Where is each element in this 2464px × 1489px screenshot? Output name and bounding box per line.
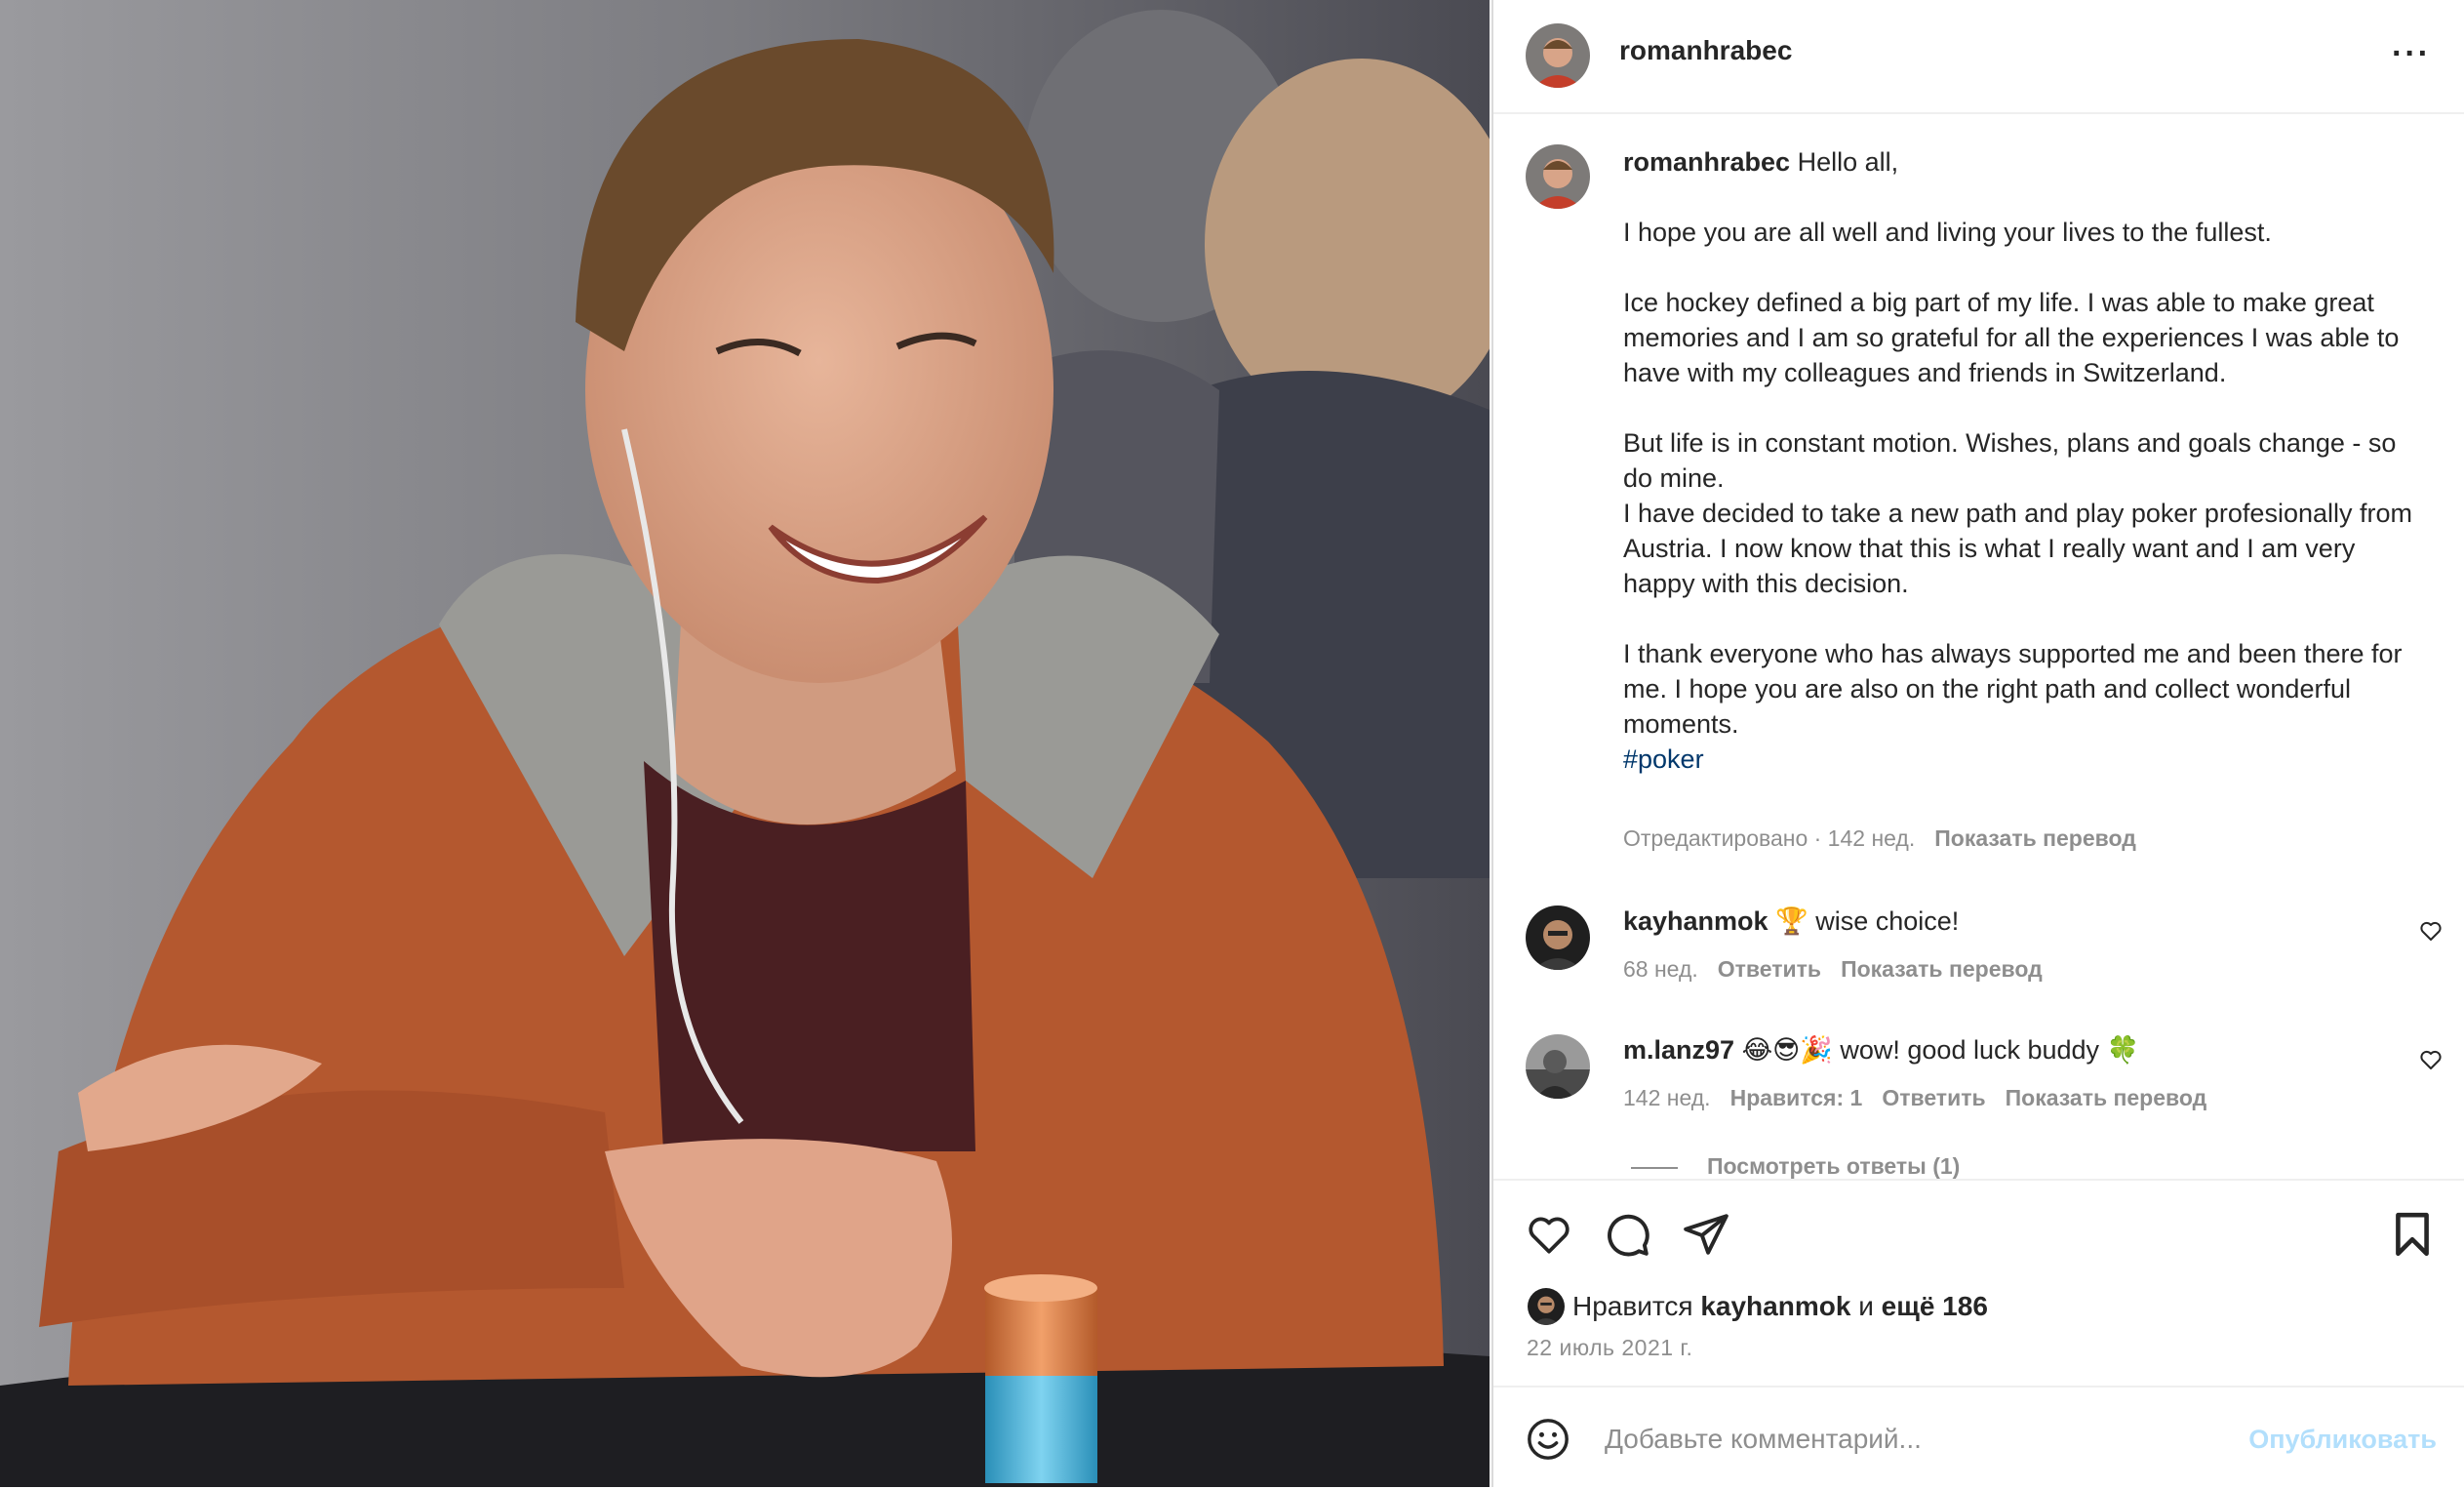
caption-translate-button[interactable]: Показать перевод	[1934, 825, 2136, 851]
heart-icon	[1529, 1217, 1570, 1254]
view-replies-button[interactable]: Посмотреть ответы (1)	[1631, 1153, 1960, 1180]
action-bar: Нравится kayhanmok и ещё 186 22 июль 202…	[1493, 1179, 2464, 1386]
commenter-avatar[interactable]	[1526, 905, 1590, 970]
post-photo-illustration	[0, 0, 1490, 1487]
like-button[interactable]	[1525, 1210, 1573, 1264]
heart-icon	[2420, 1050, 2442, 1069]
caption-body: I hope you are all well and living your …	[1623, 218, 2412, 739]
comment-body: 🏆 wise choice!	[1768, 906, 1960, 936]
bookmark-icon	[2396, 1212, 2429, 1257]
caption-greeting: Hello all,	[1790, 147, 1899, 177]
post-panel: romanhrabec ··· romanhrabec Hello all, I…	[1491, 0, 2464, 1487]
post-photo[interactable]	[0, 0, 1490, 1487]
liker-username[interactable]: kayhanmok	[1700, 1291, 1850, 1321]
edited-timestamp: Отредактировано · 142 нед.	[1623, 825, 1916, 851]
view-replies-label: Посмотреть ответы (1)	[1707, 1153, 1961, 1179]
comment-likes-button[interactable]: Нравится: 1	[1730, 1085, 1863, 1110]
caption-text: romanhrabec Hello all, I hope you are al…	[1623, 144, 2413, 777]
comment-age: 142 нед.	[1623, 1085, 1711, 1110]
author-username[interactable]: romanhrabec	[1619, 35, 1792, 66]
caption-author-avatar[interactable]	[1526, 144, 1590, 209]
author-avatar[interactable]	[1526, 23, 1590, 88]
comment-input[interactable]	[1603, 1417, 2192, 1462]
send-icon	[1684, 1214, 1729, 1255]
caption-author-username[interactable]: romanhrabec	[1623, 147, 1790, 177]
liker-avatar[interactable]	[1528, 1288, 1565, 1325]
comment-icon	[1608, 1214, 1649, 1257]
likes-and: и	[1850, 1291, 1882, 1321]
more-horizontal-icon: ···	[2392, 35, 2431, 72]
comment-meta: 68 нед. Ответить Показать перевод	[1623, 956, 2062, 983]
comment-like-button[interactable]	[2419, 1048, 2443, 1076]
comment-age: 68 нед.	[1623, 956, 1698, 982]
emoji-icon	[1528, 1419, 1569, 1460]
comment-meta: 142 нед. Нравится: 1 Ответить Показать пере…	[1623, 1085, 2226, 1111]
post-comment-button[interactable]: Опубликовать	[2248, 1425, 2437, 1455]
reply-button[interactable]: Ответить	[1882, 1085, 1985, 1110]
post-header: romanhrabec ···	[1493, 0, 2464, 114]
reply-button[interactable]: Ответить	[1718, 956, 1821, 982]
post-date[interactable]: 22 июль 2021 г.	[1527, 1335, 1692, 1361]
likes-prefix: Нравится	[1572, 1291, 1701, 1321]
commenter-avatar[interactable]	[1526, 1034, 1590, 1099]
more-options-button[interactable]: ···	[2392, 37, 2431, 70]
comment-username[interactable]: kayhanmok	[1623, 906, 1769, 936]
replies-divider	[1631, 1166, 1678, 1169]
comment-body: 😂😎🎉 wow! good luck buddy 🍀	[1734, 1035, 2140, 1065]
caption-meta: Отредактировано · 142 нед. Показать перев…	[1623, 825, 2156, 852]
translate-button[interactable]: Показать перевод	[2006, 1085, 2207, 1110]
save-button[interactable]	[2388, 1210, 2437, 1264]
share-button[interactable]	[1682, 1210, 1730, 1264]
likes-others-button[interactable]: ещё 186	[1882, 1291, 1988, 1321]
comment-username[interactable]: m.lanz97	[1623, 1035, 1734, 1065]
heart-icon	[2420, 921, 2442, 941]
comment-button[interactable]	[1603, 1210, 1651, 1264]
comment-composer: Опубликовать	[1493, 1386, 2464, 1489]
hashtag-link[interactable]: #poker	[1623, 744, 1704, 774]
comment-text: m.lanz97 😂😎🎉 wow! good luck buddy 🍀	[1623, 1034, 2139, 1066]
emoji-button[interactable]	[1526, 1417, 1570, 1467]
likes-summary: Нравится kayhanmok и ещё 186	[1572, 1291, 1988, 1322]
comment-like-button[interactable]	[2419, 919, 2443, 947]
translate-button[interactable]: Показать перевод	[1841, 956, 2043, 982]
comment-text: kayhanmok 🏆 wise choice!	[1623, 905, 1959, 937]
